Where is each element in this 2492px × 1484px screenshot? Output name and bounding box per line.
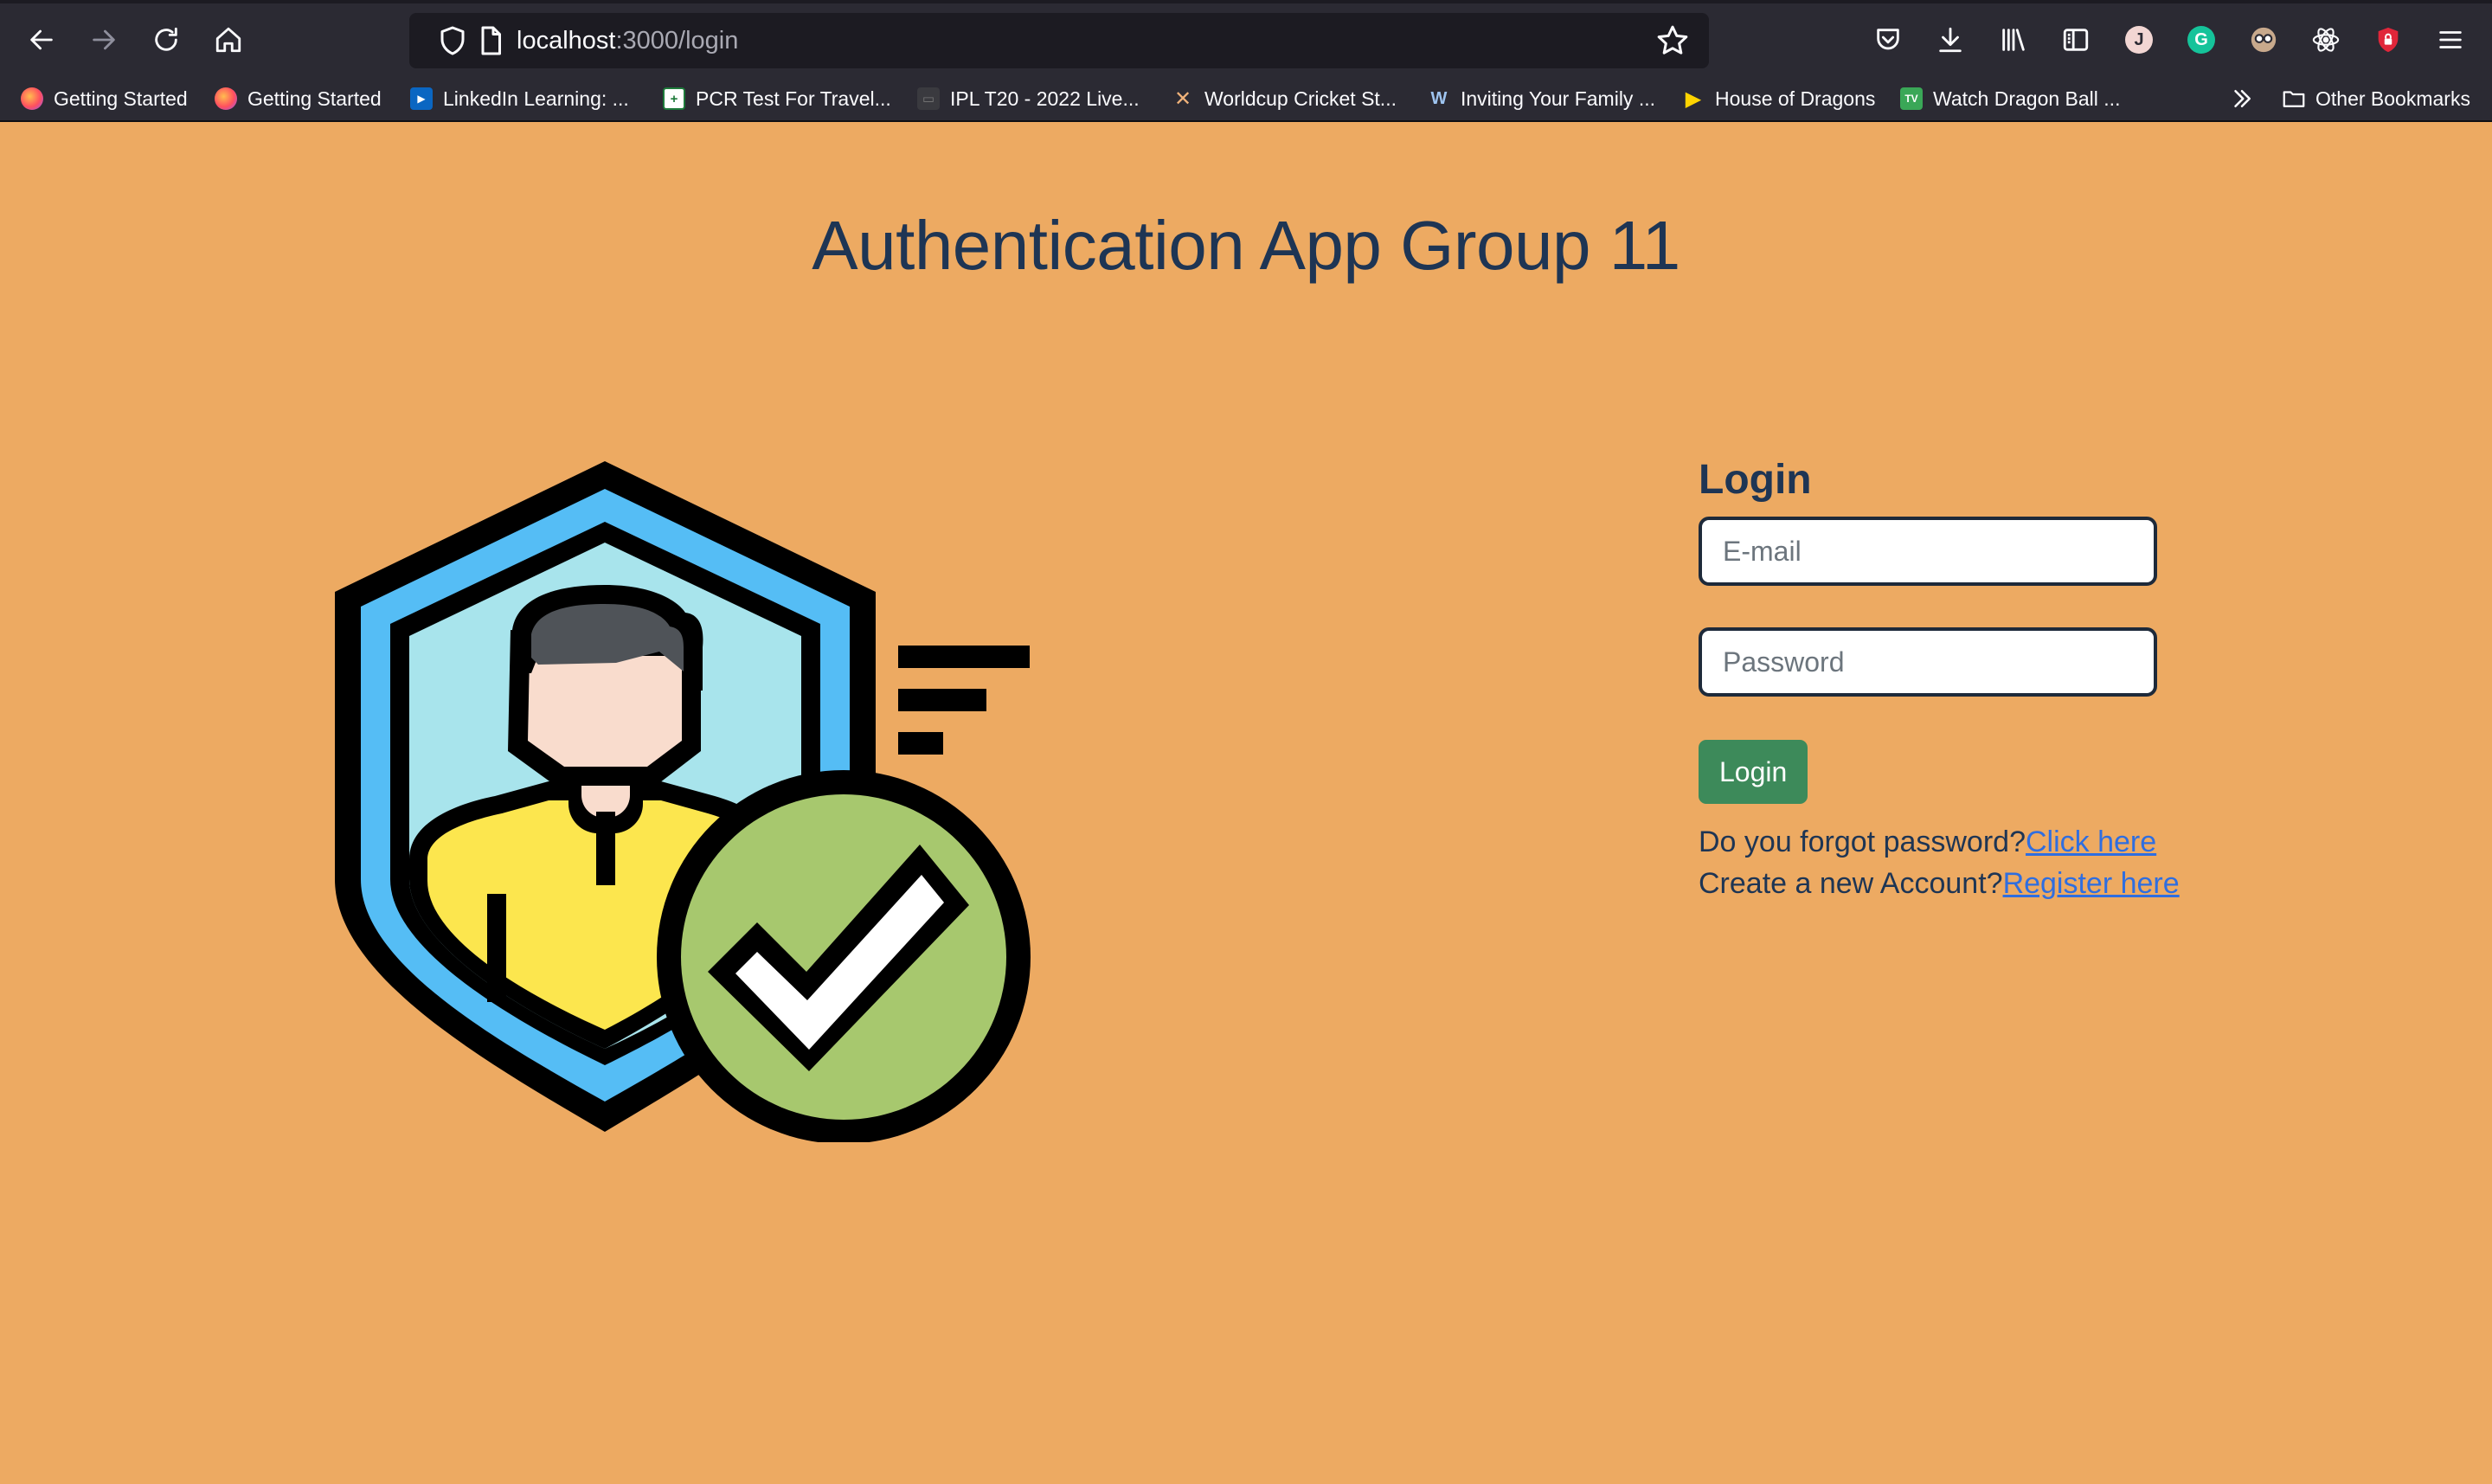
forgot-password-link[interactable]: Click here: [2026, 826, 2156, 858]
w-logo-icon: W: [1430, 88, 1448, 108]
tv-badge-icon: TV: [1900, 87, 1923, 110]
linkedin-learning-icon: ▶: [410, 87, 433, 110]
bookmark-item[interactable]: Getting Started: [21, 82, 188, 115]
forgot-password-text: Do you forgot password?: [1699, 826, 2026, 858]
secure-user-shield-icon: [335, 461, 1031, 1142]
tv-icon: ▭: [917, 87, 940, 110]
other-bookmarks[interactable]: Other Bookmarks: [2281, 82, 2470, 115]
back-button[interactable]: [21, 19, 62, 61]
firefox-icon: [21, 87, 43, 110]
register-text: Create a new Account?: [1699, 867, 2003, 900]
cricket-bats-icon: ✕: [1173, 87, 1192, 111]
bookmark-item[interactable]: ✕ Worldcup Cricket St...: [1172, 82, 1397, 115]
clinic-icon: +: [663, 87, 685, 110]
tracking-protection-shield-icon[interactable]: [437, 25, 468, 56]
bookmark-item[interactable]: ▭ IPL T20 - 2022 Live...: [917, 82, 1140, 115]
react-atom-icon: [2312, 28, 2340, 52]
forward-button[interactable]: [83, 19, 125, 61]
chevron-double-right-icon: [2234, 90, 2251, 107]
bookmark-item[interactable]: + PCR Test For Travel...: [663, 82, 891, 115]
arrow-right-icon: [93, 29, 115, 50]
app-menu-button[interactable]: [2431, 21, 2470, 59]
login-button[interactable]: Login: [1699, 740, 1808, 804]
url-path: :3000/login: [615, 27, 739, 55]
react-devtools-button[interactable]: [2307, 21, 2345, 59]
hamburger-menu-icon: [2439, 31, 2462, 48]
bookmark-label: Inviting Your Family ...: [1461, 87, 1655, 110]
sidebar-button[interactable]: [2057, 21, 2095, 59]
grammarly-icon: G: [2187, 26, 2215, 54]
forgot-password-line: Do you forgot password?Click here: [1699, 821, 2157, 863]
reload-icon: [155, 27, 177, 51]
home-icon: [215, 27, 241, 53]
address-bar[interactable]: localhost:3000/login: [409, 13, 1709, 68]
bookmark-label: PCR Test For Travel...: [696, 87, 891, 110]
grammarly-button[interactable]: G: [2182, 21, 2220, 59]
firefox-icon: [215, 87, 237, 110]
profile-avatar-icon: J: [2125, 26, 2153, 54]
bookmark-star-icon[interactable]: [1655, 23, 1690, 58]
bookmark-label: Worldcup Cricket St...: [1204, 87, 1397, 110]
library-button[interactable]: [1994, 21, 2033, 59]
pocket-icon: [1877, 29, 1899, 50]
page-title: Authentication App Group 11: [812, 207, 1680, 284]
bookmark-item[interactable]: ▶ House of Dragons: [1682, 82, 1876, 115]
bookmark-label: House of Dragons: [1715, 87, 1876, 110]
page-info-icon[interactable]: [475, 25, 506, 56]
glasses-extension-icon: [2251, 27, 2277, 53]
url-text[interactable]: localhost:3000/login: [517, 24, 738, 57]
url-host: localhost: [517, 27, 616, 55]
register-link[interactable]: Register here: [2003, 867, 2180, 900]
profile-button[interactable]: J: [2120, 21, 2158, 59]
bookmark-label: Watch Dragon Ball ...: [1933, 87, 2121, 110]
download-icon: [1939, 27, 1962, 53]
bookmark-label: IPL T20 - 2022 Live...: [950, 87, 1140, 110]
bookmarks-overflow-button[interactable]: [2229, 82, 2255, 115]
play-icon: ▶: [1685, 87, 1702, 111]
bookmark-item[interactable]: Getting Started: [215, 82, 382, 115]
bookmark-item[interactable]: ▶ LinkedIn Learning: ...: [410, 82, 629, 115]
register-line: Create a new Account?Register here: [1699, 863, 2180, 904]
bookmark-label: LinkedIn Learning: ...: [443, 87, 629, 110]
pocket-button[interactable]: [1869, 21, 1907, 59]
library-icon: [2002, 29, 2025, 51]
other-bookmarks-label: Other Bookmarks: [2315, 87, 2470, 110]
bookmark-label: Getting Started: [247, 87, 382, 110]
bookmark-item[interactable]: W Inviting Your Family ...: [1428, 82, 1655, 115]
bookmarks-bar: Getting Started Getting Started ▶ Linked…: [0, 75, 2492, 122]
home-button[interactable]: [208, 19, 249, 61]
email-field[interactable]: [1699, 517, 2157, 586]
password-manager-button[interactable]: [2369, 21, 2407, 59]
arrow-left-icon: [30, 29, 53, 50]
downloads-button[interactable]: [1931, 21, 1969, 59]
browser-toolbar: localhost:3000/login J G: [0, 0, 2492, 75]
extension-button[interactable]: [2245, 21, 2283, 59]
login-form: Login Login Do you forgot password?Click…: [1699, 453, 2180, 904]
folder-icon: [2283, 91, 2305, 107]
password-field[interactable]: [1699, 627, 2157, 697]
reload-button[interactable]: [145, 19, 187, 61]
sidebar-icon: [2063, 29, 2089, 51]
lock-shield-icon: [2378, 27, 2399, 53]
bookmark-label: Getting Started: [54, 87, 188, 110]
login-heading: Login: [1699, 457, 1812, 503]
bookmark-item[interactable]: TV Watch Dragon Ball ...: [1900, 82, 2120, 115]
